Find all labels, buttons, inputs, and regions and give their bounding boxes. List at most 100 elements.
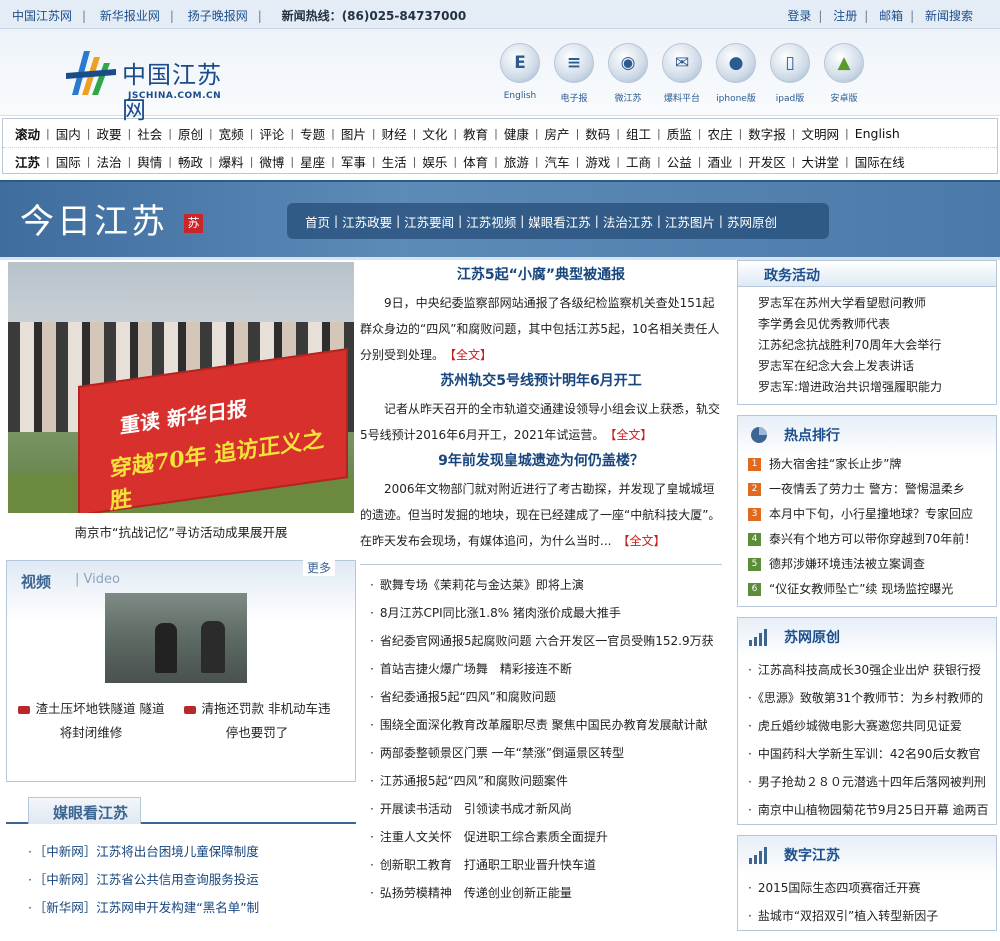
article-title[interactable]: 苏州轨交5号线预计明年6月开工 xyxy=(360,370,722,396)
nav-item[interactable]: 教育 xyxy=(457,124,494,143)
list-item[interactable]: 省纪委通报5起“四风”和腐败问题 xyxy=(360,683,722,711)
nav-item[interactable]: 专题 xyxy=(294,124,331,143)
nav-item[interactable]: 房产 xyxy=(539,124,576,143)
nav-item[interactable]: 财经 xyxy=(376,124,413,143)
video-more-link[interactable]: 更多 xyxy=(303,559,336,576)
article-title[interactable]: 9年前发现皇城遗迹为何仍盖楼？ xyxy=(360,450,722,476)
list-item[interactable]: 罗志军:增进政治共识增强履职能力 xyxy=(758,377,996,398)
section-nav-item[interactable]: 江苏要闻 xyxy=(404,212,454,231)
list-item[interactable]: 省纪委官网通报5起腐败问题 六合开发区一官员受贿152.9万获 xyxy=(360,627,722,655)
nav-item[interactable]: 法治 xyxy=(90,152,127,171)
mail-link[interactable]: 邮箱 xyxy=(879,9,903,23)
nav-item[interactable]: 大讲堂 xyxy=(795,152,845,171)
list-item[interactable]: 8月江苏CPI同比涨1.8% 猪肉涨价成最大推手 xyxy=(360,599,722,627)
article-title[interactable]: 江苏5起“小腐”典型被通报 xyxy=(360,264,722,290)
section-nav-item[interactable]: 江苏政要 xyxy=(342,212,392,231)
app-epaper[interactable]: ≡ 电子报 xyxy=(548,43,600,104)
nav-item[interactable]: 旅游 xyxy=(498,152,535,171)
list-item[interactable]: 江苏高科技高成长30强企业出炉 获银行授 xyxy=(748,656,996,684)
nav-item[interactable]: 宽频 xyxy=(213,124,250,143)
read-more-link[interactable]: 【全文】 xyxy=(610,428,652,442)
nav-item[interactable]: 组工 xyxy=(620,124,657,143)
list-item[interactable]: 歌舞专场《茉莉花与金达莱》即将上演 xyxy=(360,571,722,599)
photo-caption[interactable]: 南京市“抗战记忆”寻访活动成果展开展 xyxy=(6,522,356,541)
nav-item[interactable]: 健康 xyxy=(498,124,535,143)
list-item[interactable]: 两部委整顿景区门票 一年“禁涨”倒逼景区转型 xyxy=(360,739,722,767)
read-more-link[interactable]: 【全文】 xyxy=(623,534,665,548)
nav-item[interactable]: 原创 xyxy=(172,124,209,143)
nav-item[interactable]: 数字报 xyxy=(742,124,792,143)
nav-item[interactable]: 游戏 xyxy=(579,152,616,171)
nav-item[interactable]: 舆情 xyxy=(131,152,168,171)
nav-item[interactable]: 军事 xyxy=(335,152,372,171)
list-item[interactable]: 南京中山植物园菊花节9月25日开幕 逾两百 xyxy=(748,796,996,824)
list-item[interactable]: 罗志军在苏州大学看望慰问教师 xyxy=(758,293,996,314)
link-xhby[interactable]: 新华报业网 xyxy=(100,9,160,23)
list-item[interactable]: ［中新网］江苏将出台困境儿童保障制度 xyxy=(28,838,356,866)
list-item[interactable]: 2015国际生态四项赛宿迁开赛 xyxy=(748,874,996,902)
list-item[interactable]: 盐城市“双招双引”植入转型新因子 xyxy=(748,902,996,930)
nav-item[interactable]: 酒业 xyxy=(701,152,738,171)
app-ipad[interactable]: ▯ ipad版 xyxy=(764,43,816,104)
list-item[interactable]: 《思源》致敬第31个教师节：为乡村教师的 xyxy=(748,684,996,712)
nav-item[interactable]: 文化 xyxy=(416,124,453,143)
nav-item[interactable]: 图片 xyxy=(335,124,372,143)
news-search-link[interactable]: 新闻搜索 xyxy=(925,9,973,23)
rank-item[interactable]: 5 德邦涉嫌环境违法被立案调查 xyxy=(748,552,996,577)
rank-item[interactable]: 2 一夜情丢了劳力士 警方：警惕温柔乡 xyxy=(748,477,996,502)
section-nav-item[interactable]: 媒眼看江苏 xyxy=(528,212,591,231)
nav-item[interactable]: 政要 xyxy=(90,124,127,143)
nav-item[interactable]: 质监 xyxy=(661,124,698,143)
rank-item[interactable]: 6 “仪征女教师坠亡”续 现场监控曝光 xyxy=(748,577,996,602)
list-item[interactable]: 首站吉捷火爆广场舞 精彩接连不断 xyxy=(360,655,722,683)
video-item-2[interactable]: 清拖还罚款 非机动车违停也要罚了 xyxy=(179,697,335,745)
app-iphone[interactable]: ● iphone版 xyxy=(710,43,762,104)
nav-item[interactable]: English xyxy=(849,126,906,141)
nav-item[interactable]: 社会 xyxy=(131,124,168,143)
app-android[interactable]: ▲ 安卓版 xyxy=(818,43,870,104)
section-nav-item[interactable]: 江苏图片 xyxy=(665,212,715,231)
headline-photo[interactable]: 重读 新华日报 穿越70年 追访正义之胜 xyxy=(8,262,354,513)
nav-item[interactable]: 国际 xyxy=(50,152,87,171)
nav-item[interactable]: 评论 xyxy=(253,124,290,143)
nav-item[interactable]: 微博 xyxy=(253,152,290,171)
list-item[interactable]: 李学勇会见优秀教师代表 xyxy=(758,314,996,335)
rank-item[interactable]: 1 扬大宿舍挂“家长止步”牌 xyxy=(748,452,996,477)
nav-item[interactable]: 开发区 xyxy=(742,152,792,171)
site-logo[interactable]: 中国江苏网 JSCHINA.COM.CN xyxy=(64,43,244,124)
login-link[interactable]: 登录 xyxy=(787,9,811,23)
app-weibo[interactable]: ◉ 微江苏 xyxy=(602,43,654,104)
section-nav-item[interactable]: 法治江苏 xyxy=(603,212,653,231)
list-item[interactable]: 弘扬劳模精神 传递创业创新正能量 xyxy=(360,879,722,907)
nav-item[interactable]: 国际在线 xyxy=(849,152,911,171)
app-tip[interactable]: ✉ 爆料平台 xyxy=(656,43,708,104)
register-link[interactable]: 注册 xyxy=(833,9,857,23)
nav-item[interactable]: 数码 xyxy=(579,124,616,143)
list-item[interactable]: 创新职工教育 打通职工职业晋升快车道 xyxy=(360,851,722,879)
list-item[interactable]: ［新华网］江苏网申开发构建“黑名单”制 xyxy=(28,894,356,922)
video-item-1[interactable]: 渣土压坏地铁隧道 隧道将封闭维修 xyxy=(13,697,169,745)
list-item[interactable]: 江苏通报5起“四风”和腐败问题案件 xyxy=(360,767,722,795)
link-jschina[interactable]: 中国江苏网 xyxy=(12,9,72,23)
app-english[interactable]: E English xyxy=(494,43,546,104)
list-item[interactable]: 围绕全面深化教育改革履职尽责 聚焦中国民办教育发展献计献 xyxy=(360,711,722,739)
list-item[interactable]: 虎丘婚纱城微电影大赛邀您共同见证爱 xyxy=(748,712,996,740)
section-nav-item[interactable]: 江苏视频 xyxy=(466,212,516,231)
nav-item[interactable]: 文明网 xyxy=(795,124,845,143)
video-thumbnail[interactable] xyxy=(105,593,247,683)
nav-item[interactable]: 星座 xyxy=(294,152,331,171)
list-item[interactable]: 江苏纪念抗战胜利70周年大会举行 xyxy=(758,335,996,356)
list-item[interactable]: 罗志军在纪念大会上发表讲话 xyxy=(758,356,996,377)
nav-item[interactable]: 娱乐 xyxy=(416,152,453,171)
rank-item[interactable]: 4 泰兴有个地方可以带你穿越到70年前！ xyxy=(748,527,996,552)
nav-item[interactable]: 公益 xyxy=(661,152,698,171)
nav-item[interactable]: 畅政 xyxy=(172,152,209,171)
section-nav-item[interactable]: 苏网原创 xyxy=(727,212,777,231)
nav-item[interactable]: 工商 xyxy=(620,152,657,171)
list-item[interactable]: 注重人文关怀 促进职工综合素质全面提升 xyxy=(360,823,722,851)
nav-item[interactable]: 农庄 xyxy=(701,124,738,143)
list-item[interactable]: 中国药科大学新生军训：42名90后女教官 xyxy=(748,740,996,768)
nav-item[interactable]: 国内 xyxy=(50,124,87,143)
list-item[interactable]: 开展读书活动 引领读书成才新风尚 xyxy=(360,795,722,823)
list-item[interactable]: 男子抢劫２８０元潜逃十四年后落网被判刑 xyxy=(748,768,996,796)
